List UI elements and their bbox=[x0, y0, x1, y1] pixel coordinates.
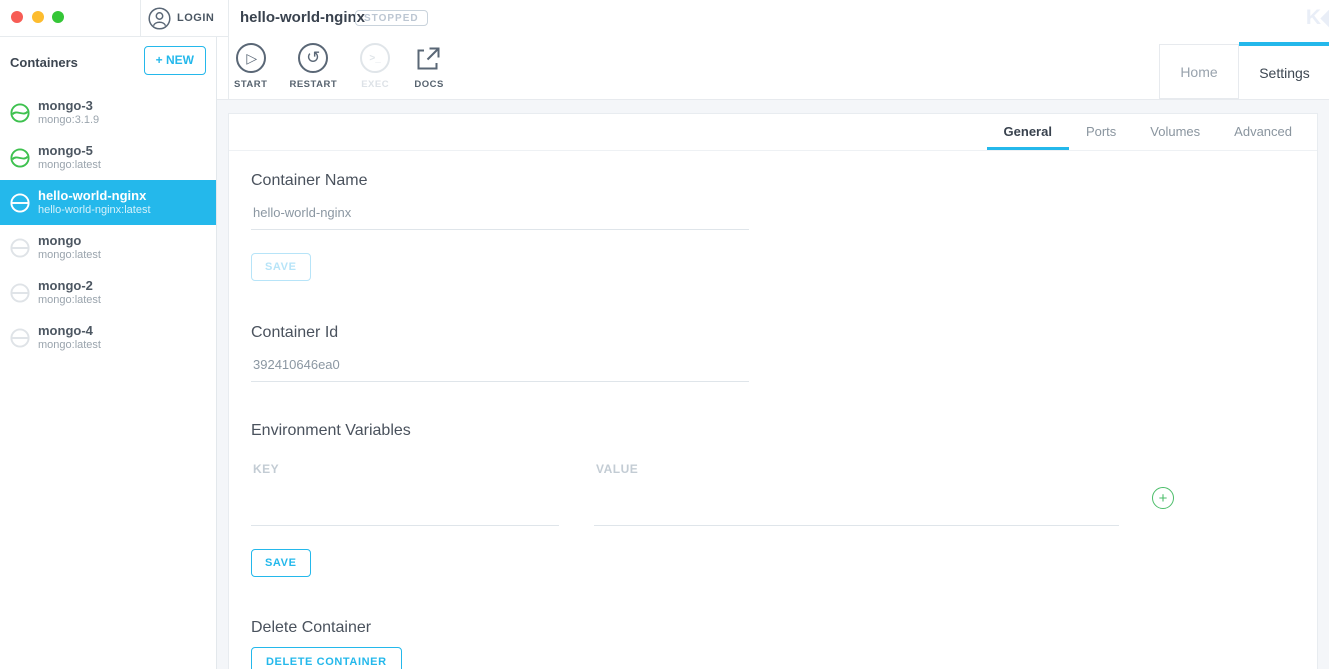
container-id-heading: Container Id bbox=[251, 324, 1295, 342]
container-name: mongo-4 bbox=[38, 323, 101, 339]
restart-circle-icon: ↺ bbox=[298, 43, 328, 73]
close-window-button[interactable] bbox=[11, 11, 23, 23]
containers-header: Containers bbox=[10, 55, 78, 70]
environment-variables-heading: Environment Variables bbox=[251, 422, 1295, 440]
container-name: mongo bbox=[38, 233, 101, 249]
list-item-mongo-2[interactable]: mongo-2 mongo:latest bbox=[0, 270, 216, 315]
user-avatar-icon bbox=[148, 7, 171, 30]
tab-home[interactable]: Home bbox=[1159, 44, 1239, 99]
container-stopped-icon bbox=[10, 328, 30, 348]
plus-icon: + bbox=[1159, 490, 1168, 507]
env-vars-row: KEY VALUE + bbox=[251, 462, 1295, 526]
header: hello-world-nginx STOPPED K ▷ START ↺ RE… bbox=[228, 0, 1329, 99]
container-stopped-icon bbox=[10, 193, 30, 213]
container-stopped-icon bbox=[10, 238, 30, 258]
status-badge: STOPPED bbox=[355, 10, 428, 26]
maximize-window-button[interactable] bbox=[52, 11, 64, 23]
save-env-vars-button[interactable]: SAVE bbox=[251, 549, 311, 577]
list-item-mongo-3[interactable]: mongo-3 mongo:3.1.9 bbox=[0, 90, 216, 135]
kitematic-logo: K bbox=[1306, 6, 1329, 30]
tab-volumes[interactable]: Volumes bbox=[1133, 114, 1217, 150]
external-link-icon bbox=[414, 43, 444, 73]
settings-panel: General Ports Volumes Advanced Container… bbox=[228, 113, 1318, 669]
login-button[interactable]: LOGIN bbox=[141, 0, 228, 37]
restart-button[interactable]: ↺ RESTART bbox=[289, 43, 337, 90]
container-name-heading: Container Name bbox=[251, 172, 1295, 190]
terminal-circle-icon: >_ bbox=[360, 43, 390, 73]
sidebar: Containers + NEW mongo-3 mongo:3.1.9 mon… bbox=[0, 37, 217, 669]
login-label: LOGIN bbox=[177, 12, 214, 24]
container-name: mongo-5 bbox=[38, 143, 101, 159]
container-running-icon bbox=[10, 148, 30, 168]
list-item-mongo[interactable]: mongo mongo:latest bbox=[0, 225, 216, 270]
container-name: mongo-2 bbox=[38, 278, 101, 294]
start-button[interactable]: ▷ START bbox=[234, 43, 267, 90]
save-name-button: SAVE bbox=[251, 253, 311, 281]
container-image: hello-world-nginx:latest bbox=[38, 204, 151, 217]
delete-container-heading: Delete Container bbox=[251, 619, 1295, 637]
tab-general[interactable]: General bbox=[987, 114, 1069, 150]
minimize-window-button[interactable] bbox=[32, 11, 44, 23]
add-env-var-button[interactable]: + bbox=[1152, 487, 1174, 509]
list-item-mongo-5[interactable]: mongo-5 mongo:latest bbox=[0, 135, 216, 180]
app-window: LOGIN Containers + NEW mongo-3 mongo:3.1… bbox=[0, 0, 1329, 669]
container-running-icon bbox=[10, 103, 30, 123]
env-value-label: VALUE bbox=[596, 462, 1154, 476]
tab-settings[interactable]: Settings bbox=[1239, 42, 1329, 99]
container-id-value bbox=[251, 357, 749, 382]
container-image: mongo:latest bbox=[38, 294, 101, 307]
container-name: mongo-3 bbox=[38, 98, 99, 114]
env-key-input[interactable] bbox=[251, 498, 559, 526]
container-image: mongo:latest bbox=[38, 159, 101, 172]
list-item-hello-world-nginx[interactable]: hello-world-nginx hello-world-nginx:late… bbox=[0, 180, 216, 225]
new-container-button[interactable]: + NEW bbox=[144, 46, 206, 75]
toolbar: ▷ START ↺ RESTART >_ EXEC DOCS bbox=[234, 43, 445, 90]
window-controls bbox=[0, 0, 141, 37]
container-image: mongo:latest bbox=[38, 339, 101, 352]
tab-ports[interactable]: Ports bbox=[1069, 114, 1133, 150]
page-title: hello-world-nginx bbox=[240, 9, 365, 26]
env-value-input[interactable] bbox=[594, 498, 1119, 526]
container-name-input[interactable] bbox=[251, 205, 749, 230]
play-circle-icon: ▷ bbox=[236, 43, 266, 73]
delete-container-button[interactable]: DELETE CONTAINER bbox=[251, 647, 402, 669]
list-item-mongo-4[interactable]: mongo-4 mongo:latest bbox=[0, 315, 216, 360]
settings-tab-bar: General Ports Volumes Advanced bbox=[229, 114, 1317, 151]
container-image: mongo:latest bbox=[38, 249, 101, 262]
tab-advanced[interactable]: Advanced bbox=[1217, 114, 1309, 150]
docs-button[interactable]: DOCS bbox=[413, 43, 445, 90]
exec-button: >_ EXEC bbox=[359, 43, 391, 90]
container-stopped-icon bbox=[10, 283, 30, 303]
container-list: mongo-3 mongo:3.1.9 mongo-5 mongo:latest… bbox=[0, 90, 216, 360]
env-key-label: KEY bbox=[253, 462, 594, 476]
container-name: hello-world-nginx bbox=[38, 188, 151, 204]
container-image: mongo:3.1.9 bbox=[38, 114, 99, 127]
